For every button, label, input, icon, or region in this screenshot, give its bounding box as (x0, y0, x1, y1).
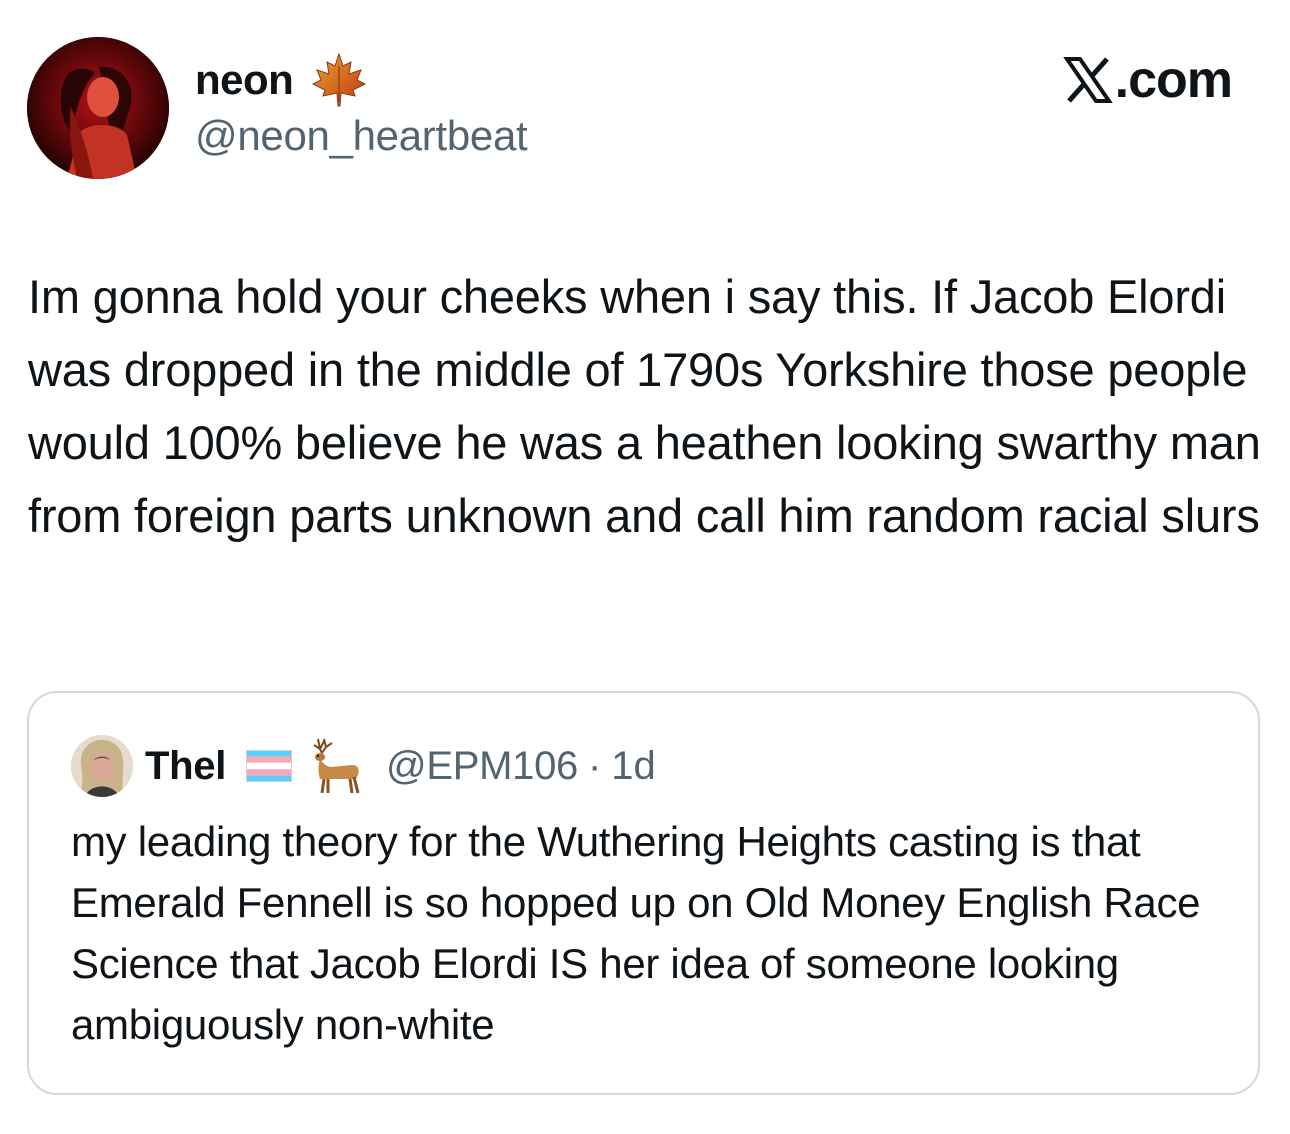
author-handle[interactable]: @neon_heartbeat (195, 112, 528, 160)
x-logo-icon (1062, 55, 1113, 105)
author-display-name[interactable]: neon (195, 56, 294, 104)
platform-label: .com (1114, 51, 1233, 109)
platform-logo[interactable]: .com (1062, 50, 1233, 110)
maple-leaf-icon (309, 50, 369, 110)
author-avatar[interactable] (27, 37, 169, 179)
quoted-author-avatar[interactable] (71, 735, 133, 797)
transgender-flag-icon (246, 750, 293, 782)
quoted-tweet-text: my leading theory for the Wuthering Heig… (71, 818, 1201, 1048)
tweet-text: Im gonna hold your cheeks when i say thi… (28, 270, 1261, 542)
quoted-tweet-card[interactable]: Thel @EPM106 · 1d my leading theory for … (27, 691, 1260, 1095)
author-name-row: neon (195, 50, 369, 110)
separator-dot: · (587, 743, 602, 788)
quoted-author-handle[interactable]: @EPM106 (386, 744, 578, 789)
quoted-author-display-name[interactable]: Thel (145, 744, 226, 789)
quoted-tweet-header: Thel @EPM106 · 1d (145, 735, 656, 797)
deer-icon (306, 735, 366, 797)
quoted-tweet-timestamp[interactable]: 1d (611, 744, 656, 789)
